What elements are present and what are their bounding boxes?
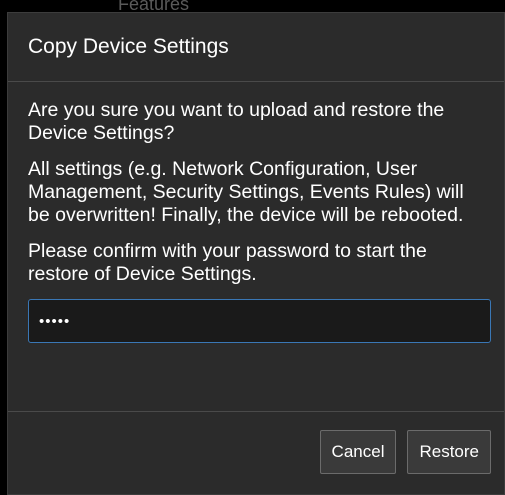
copy-device-settings-dialog: Copy Device Settings Are you sure you wa… — [7, 12, 505, 495]
password-prompt: Please confirm with your password to sta… — [28, 240, 427, 285]
restore-button[interactable]: Restore — [407, 430, 491, 474]
dialog-body: Are you sure you want to upload and rest… — [8, 82, 504, 412]
dialog-title: Copy Device Settings — [28, 35, 229, 58]
password-input[interactable]: ••••• — [28, 299, 491, 343]
cancel-button[interactable]: Cancel — [319, 430, 397, 474]
overwrite-warning: All settings (e.g. Network Configuration… — [28, 158, 464, 226]
dialog-footer: Cancel Restore — [8, 410, 504, 494]
confirmation-question: Are you sure you want to upload and rest… — [28, 99, 445, 144]
dialog-header: Copy Device Settings — [8, 13, 504, 82]
